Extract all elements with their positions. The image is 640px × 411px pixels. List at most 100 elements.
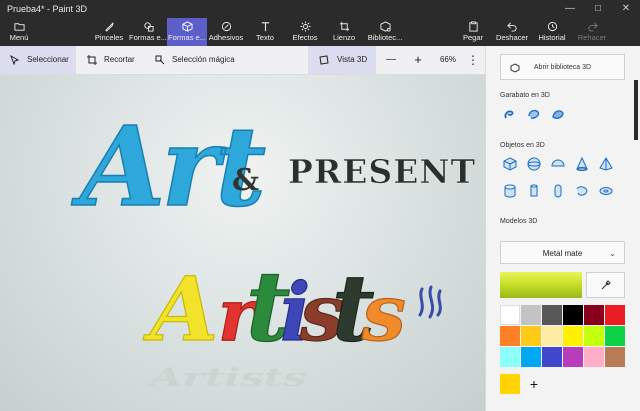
palette-color-swatch[interactable] xyxy=(521,305,541,325)
palette-color-swatch[interactable] xyxy=(563,347,583,367)
capsule-shape-icon[interactable] xyxy=(550,183,566,199)
palette-color-swatch[interactable] xyxy=(563,305,583,325)
tab-2d-shapes[interactable]: Formas e... xyxy=(129,18,167,46)
zoom-in-button[interactable]: + xyxy=(405,46,431,74)
paste-clipboard-icon xyxy=(458,18,488,33)
redo-icon xyxy=(575,18,609,33)
sticker-icon xyxy=(208,18,244,33)
cylinder-shape-icon[interactable] xyxy=(502,183,518,199)
ampersand-text: & xyxy=(232,163,259,198)
palette-color-swatch[interactable] xyxy=(500,326,520,346)
more-options-icon[interactable]: ⋮ xyxy=(464,46,482,74)
undo-label: Deshacer xyxy=(495,33,529,42)
material-dropdown[interactable]: Metal mate ⌄ xyxy=(500,241,625,264)
tab-text-label: Texto xyxy=(256,33,274,42)
magic-select-button[interactable]: Selección mágica xyxy=(150,46,260,74)
letter-a: A xyxy=(143,257,218,361)
history-label: Historial xyxy=(538,33,566,42)
crop-button[interactable]: Recortar xyxy=(82,46,144,74)
history-button[interactable]: Historial xyxy=(535,18,569,46)
canvas-area[interactable]: Art & PRESENT A r t i s t s Artists xyxy=(0,75,485,411)
select-label: Seleccionar xyxy=(27,55,69,64)
tab-2d-shapes-label: Formas e... xyxy=(129,33,167,42)
selected-color-swatch[interactable] xyxy=(500,272,582,298)
history-clock-icon xyxy=(535,18,569,33)
tab-3d-library[interactable]: Bibliotec... xyxy=(365,18,405,46)
cone-shape-icon[interactable] xyxy=(574,156,590,172)
paste-button[interactable]: Pegar xyxy=(458,18,488,46)
tube-doodle-icon[interactable] xyxy=(550,106,566,122)
tab-stickers[interactable]: Adhesivos xyxy=(208,18,244,46)
maximize-icon[interactable]: □ xyxy=(584,0,612,18)
open-3d-library-label: Abrir biblioteca 3D xyxy=(533,64,592,71)
paste-label: Pegar xyxy=(462,33,483,42)
torus-shape-icon[interactable] xyxy=(598,183,614,199)
effects-sun-icon xyxy=(288,18,322,33)
add-color-button[interactable]: + xyxy=(524,374,544,394)
undo-icon xyxy=(494,18,530,33)
chevron-down-icon: ⌄ xyxy=(609,249,616,258)
crop-icon xyxy=(87,55,97,65)
zoom-level[interactable]: 66% xyxy=(436,46,460,74)
current-color-swatch[interactable] xyxy=(500,374,520,394)
palette-color-swatch[interactable] xyxy=(500,347,520,367)
tab-brushes-label: Pinceles xyxy=(94,33,124,42)
pyramid-shape-icon[interactable] xyxy=(598,156,614,172)
tab-effects[interactable]: Efectos xyxy=(288,18,322,46)
palette-color-swatch[interactable] xyxy=(542,347,562,367)
palette-color-swatch[interactable] xyxy=(605,347,625,367)
tab-text[interactable]: Texto xyxy=(249,18,281,46)
folder-icon xyxy=(0,18,38,33)
palette-color-swatch[interactable] xyxy=(500,305,520,325)
cursor-icon xyxy=(10,55,20,65)
palette-color-swatch[interactable] xyxy=(584,326,604,346)
zoom-out-button[interactable]: — xyxy=(378,46,404,74)
sphere-shape-icon[interactable] xyxy=(526,156,542,172)
canvas-artwork: Art & PRESENT A r t i s t s Artists xyxy=(70,101,475,393)
shapes-2d-icon xyxy=(129,18,167,33)
cube-icon xyxy=(167,18,207,33)
palette-color-swatch[interactable] xyxy=(584,347,604,367)
view-3d-button[interactable]: Vista 3D xyxy=(308,46,376,74)
palette-color-swatch[interactable] xyxy=(584,305,604,325)
palette-color-swatch[interactable] xyxy=(542,326,562,346)
tab-brushes[interactable]: Pinceles xyxy=(93,18,125,46)
menu-button[interactable]: Menú xyxy=(0,18,38,46)
palette-color-swatch[interactable] xyxy=(605,326,625,346)
eyedropper-button[interactable] xyxy=(586,272,625,298)
palette-color-swatch[interactable] xyxy=(521,347,541,367)
artists-reflection: Artists xyxy=(146,363,306,393)
soft-doodle-icon[interactable] xyxy=(526,106,542,122)
tab-canvas[interactable]: Lienzo xyxy=(328,18,360,46)
redo-button[interactable]: Rehacer xyxy=(575,18,609,46)
models-3d-header: Modelos 3D xyxy=(500,218,538,225)
cube-shape-icon[interactable] xyxy=(502,156,518,172)
tab-effects-label: Efectos xyxy=(292,33,318,42)
magic-select-icon xyxy=(155,55,165,65)
palette-color-swatch[interactable] xyxy=(605,305,625,325)
palette-color-swatch[interactable] xyxy=(542,305,562,325)
palette-color-swatch[interactable] xyxy=(521,326,541,346)
undo-button[interactable]: Deshacer xyxy=(494,18,530,46)
doodle-3d-header: Garabato en 3D xyxy=(500,92,550,99)
minimize-icon[interactable]: — xyxy=(556,0,584,18)
panel-scrollbar[interactable] xyxy=(634,80,638,140)
open-3d-library-button[interactable]: Abrir biblioteca 3D xyxy=(500,54,625,80)
canvas-toolbar: Seleccionar Recortar Selección mágica Vi… xyxy=(0,46,485,75)
view-3d-label: Vista 3D xyxy=(337,55,368,64)
close-icon[interactable]: ✕ xyxy=(612,0,640,18)
title-bar: Prueba4* - Paint 3D — □ ✕ xyxy=(0,0,640,18)
menu-label: Menú xyxy=(9,33,29,42)
shapes-3d-panel: Abrir biblioteca 3D Garabato en 3D Objet… xyxy=(485,46,640,411)
tab-3d-shapes-label: Formas e... xyxy=(168,33,206,42)
tab-3d-shapes[interactable]: Formas e... xyxy=(167,18,207,46)
library-3d-icon xyxy=(365,18,405,33)
select-button[interactable]: Seleccionar xyxy=(0,46,76,74)
hemisphere-shape-icon[interactable] xyxy=(550,156,566,172)
tube-shape-icon[interactable] xyxy=(526,183,542,199)
ribbon: Menú Pinceles Formas e... Formas e... Ad… xyxy=(0,18,640,46)
sharp-doodle-icon[interactable] xyxy=(502,106,518,122)
window-title: Prueba4* - Paint 3D xyxy=(7,4,88,14)
palette-color-swatch[interactable] xyxy=(563,326,583,346)
donut-twist-shape-icon[interactable] xyxy=(574,183,590,199)
